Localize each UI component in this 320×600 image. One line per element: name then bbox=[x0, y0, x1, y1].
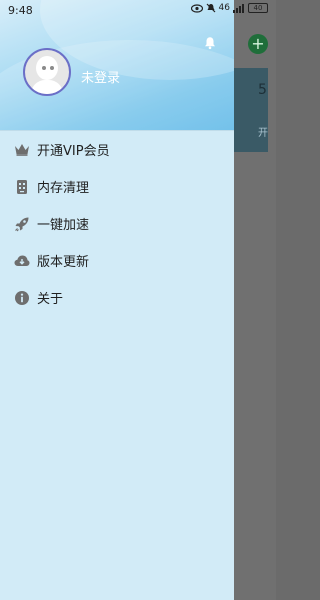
cloud-download-icon bbox=[13, 252, 31, 270]
navigation-drawer: 未登录 开通VIP会员 内存清理 一键加速 版本更新 关于 bbox=[0, 0, 234, 600]
avatar-head bbox=[36, 56, 58, 80]
menu-item-label: 版本更新 bbox=[37, 255, 90, 270]
status-bar: 9:48 46 40 bbox=[0, 0, 276, 22]
avatar-body bbox=[31, 80, 63, 94]
drawer-menu: 开通VIP会员 内存清理 一键加速 版本更新 关于 bbox=[0, 130, 234, 316]
status-time: 9:48 bbox=[8, 4, 33, 17]
rocket-icon bbox=[13, 215, 31, 233]
status-icons: 46 40 bbox=[190, 3, 268, 13]
crown-icon bbox=[13, 141, 31, 159]
menu-item-memory-clean[interactable]: 内存清理 bbox=[0, 168, 234, 205]
battery-icon: 40 bbox=[248, 3, 268, 13]
menu-item-speed-up[interactable]: 一键加速 bbox=[0, 205, 234, 242]
background-card bbox=[234, 68, 268, 152]
menu-item-label: 开通VIP会员 bbox=[37, 144, 110, 159]
eye-icon bbox=[190, 3, 203, 13]
signal-icon bbox=[233, 3, 244, 13]
menu-item-label: 一键加速 bbox=[37, 218, 90, 233]
avatar-eye-left bbox=[42, 66, 46, 70]
login-link[interactable]: 未登录 bbox=[81, 67, 120, 86]
menu-item-vip[interactable]: 开通VIP会员 bbox=[0, 131, 234, 168]
menu-item-version-update[interactable]: 版本更新 bbox=[0, 242, 234, 279]
background-card-glyph: 5 bbox=[258, 82, 267, 98]
menu-item-label: 关于 bbox=[37, 292, 64, 307]
avatar[interactable] bbox=[23, 48, 71, 96]
background-card-text: 开 bbox=[258, 128, 268, 139]
bell-icon[interactable] bbox=[203, 36, 217, 50]
mute-bell-icon bbox=[206, 3, 215, 13]
avatar-eye-right bbox=[50, 66, 54, 70]
menu-item-about[interactable]: 关于 bbox=[0, 279, 234, 316]
storage-icon bbox=[13, 178, 31, 196]
info-icon bbox=[13, 289, 31, 307]
add-fab-button[interactable]: + bbox=[248, 34, 268, 54]
signal-type-label: 46 bbox=[218, 3, 230, 13]
menu-item-label: 内存清理 bbox=[37, 181, 90, 196]
